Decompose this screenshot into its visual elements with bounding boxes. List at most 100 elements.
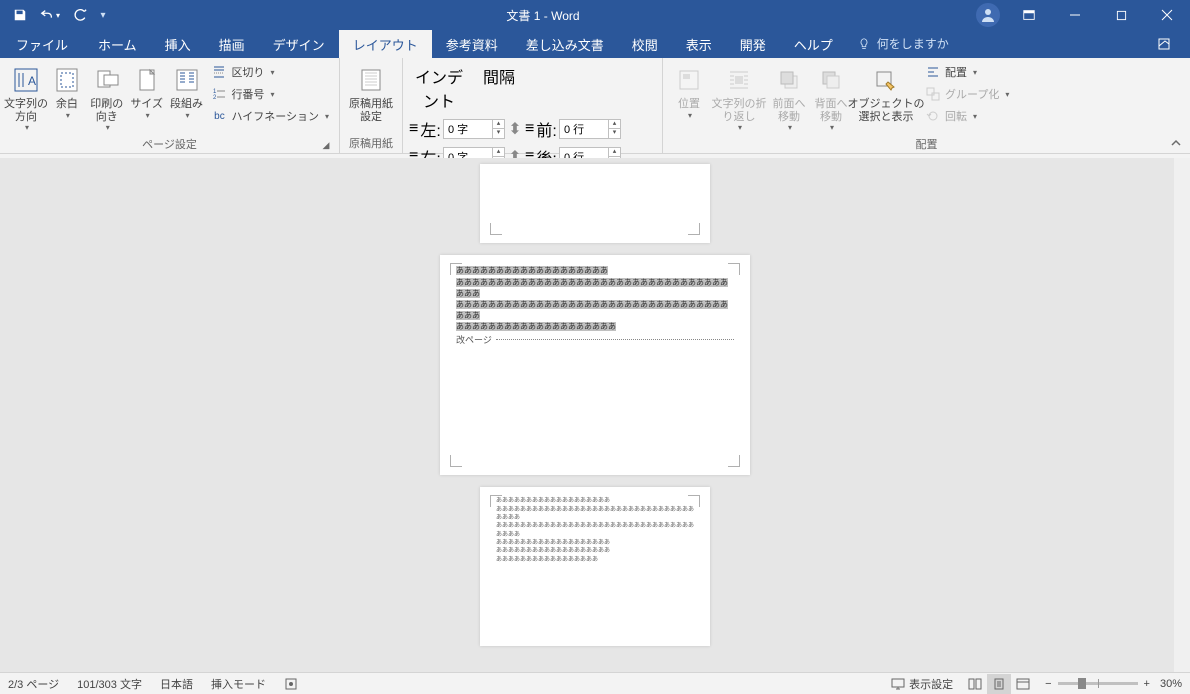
read-mode-button[interactable] (963, 674, 987, 694)
undo-button[interactable]: ▾ (36, 3, 64, 27)
collapse-ribbon-button[interactable] (1170, 137, 1182, 149)
manuscript-settings-button[interactable]: 原稿用紙 設定 (346, 62, 396, 125)
redo-button[interactable] (66, 3, 94, 27)
document-area[interactable]: あああああああああああああああああああ ああああああああああああああああああああ… (0, 158, 1190, 672)
zoom-in-button[interactable]: + (1144, 678, 1150, 690)
group-manuscript: 原稿用紙 設定 原稿用紙 (340, 58, 403, 153)
tab-file[interactable]: ファイル (0, 30, 84, 58)
page-indicator[interactable]: 2/3 ページ (8, 676, 59, 692)
qat-customize-button[interactable]: ▾ (96, 3, 110, 27)
quick-access-toolbar: ▾ ▾ (0, 3, 110, 27)
language-indicator[interactable]: 日本語 (160, 676, 193, 692)
orientation-icon (91, 64, 123, 96)
text-direction-button[interactable]: A 文字列の 方向▾ (6, 62, 46, 134)
tab-references[interactable]: 参考資料 (432, 30, 512, 58)
tab-draw[interactable]: 描画 (205, 30, 259, 58)
align-icon (925, 64, 941, 80)
position-button: 位置▾ (669, 62, 709, 122)
group-page-setup: A 文字列の 方向▾ 余白▾ 印刷の 向き▾ サイズ▾ 段組み▾ (0, 58, 340, 153)
close-button[interactable] (1144, 0, 1190, 30)
tab-home[interactable]: ホーム (84, 30, 151, 58)
columns-button[interactable]: 段組み▾ (168, 62, 206, 122)
view-buttons (963, 674, 1035, 694)
bring-forward-icon (773, 64, 805, 96)
tab-mailings[interactable]: 差し込み文書 (512, 30, 618, 58)
margins-button[interactable]: 余白▾ (48, 62, 86, 122)
maximize-button[interactable] (1098, 0, 1144, 30)
tab-view[interactable]: 表示 (672, 30, 726, 58)
page-3-text[interactable]: あああああああああああああああああああ ああああああああああああああああああああ… (496, 497, 694, 564)
tab-review[interactable]: 校閲 (618, 30, 672, 58)
zoom-thumb[interactable] (1078, 678, 1086, 689)
breaks-button[interactable]: 区切り▾ (207, 62, 333, 82)
display-icon (891, 677, 905, 691)
zoom-slider[interactable]: − + (1045, 678, 1150, 690)
line-numbers-icon: 12 (211, 86, 227, 102)
spacing-before-input[interactable]: ▴▾ (559, 119, 621, 139)
selection-pane-button[interactable]: オブジェクトの 選択と表示 (853, 62, 919, 125)
tab-developer[interactable]: 開発 (726, 30, 780, 58)
group-arrange: 位置▾ 文字列の折 り返し▾ 前面へ 移動▾ 背面へ 移動▾ オブジェクトの 選… (663, 58, 1190, 153)
send-backward-button: 背面へ 移動▾ (811, 62, 851, 134)
svg-text:A: A (28, 74, 36, 88)
columns-icon (171, 64, 203, 96)
page-break-indicator: 改ページ (456, 333, 734, 346)
rotate-icon (925, 108, 941, 124)
tell-me-search[interactable] (847, 30, 1042, 58)
zoom-track[interactable] (1058, 682, 1138, 685)
selected-text[interactable]: あああああああああああああああああああ ああああああああああああああああああああ… (456, 265, 734, 332)
tab-insert[interactable]: 挿入 (151, 30, 205, 58)
link-icon: ⬍ (507, 119, 523, 139)
insert-mode[interactable]: 挿入モード (211, 676, 266, 692)
ribbon-tabs: ファイル ホーム 挿入 描画 デザイン レイアウト 参考資料 差し込み文書 校閲… (0, 30, 1190, 58)
orientation-button[interactable]: 印刷の 向き▾ (88, 62, 126, 134)
line-numbers-button[interactable]: 12 行番号▾ (207, 84, 333, 104)
save-button[interactable] (6, 3, 34, 27)
zoom-out-button[interactable]: − (1045, 678, 1051, 690)
macro-indicator[interactable] (284, 677, 298, 691)
tab-layout[interactable]: レイアウト (339, 30, 432, 58)
send-backward-icon (815, 64, 847, 96)
ribbon-display-button[interactable] (1006, 0, 1052, 30)
group-button: グループ化▾ (921, 84, 1013, 104)
group-icon (925, 86, 941, 102)
minimize-button[interactable] (1052, 0, 1098, 30)
user-avatar[interactable] (976, 3, 1000, 27)
group-page-setup-label: ページ設定 (142, 139, 197, 151)
svg-text:2: 2 (213, 95, 217, 101)
indent-left-input[interactable]: ▴▾ (443, 119, 505, 139)
indent-left-icon: ≡ (409, 120, 418, 138)
page-1[interactable] (480, 164, 710, 243)
tab-design[interactable]: デザイン (259, 30, 339, 58)
spacing-header: 間隔 (469, 62, 529, 114)
tell-me-input[interactable] (877, 37, 1032, 51)
vertical-scrollbar[interactable] (1174, 158, 1190, 672)
word-count[interactable]: 101/303 文字 (77, 676, 142, 692)
size-button[interactable]: サイズ▾ (128, 62, 166, 122)
hyphenation-button[interactable]: bc ハイフネーション▾ (207, 106, 333, 126)
margins-icon (51, 64, 83, 96)
text-direction-icon: A (10, 64, 42, 96)
size-icon (131, 64, 163, 96)
zoom-level[interactable]: 30% (1160, 678, 1182, 690)
window-controls (976, 0, 1190, 30)
status-bar: 2/3 ページ 101/303 文字 日本語 挿入モード 表示設定 − + 30… (0, 672, 1190, 694)
ribbon-layout: A 文字列の 方向▾ 余白▾ 印刷の 向き▾ サイズ▾ 段組み▾ (0, 58, 1190, 154)
tab-help[interactable]: ヘルプ (780, 30, 847, 58)
lightbulb-icon (857, 37, 871, 51)
print-layout-button[interactable] (987, 674, 1011, 694)
breaks-icon (211, 64, 227, 80)
page-setup-launcher[interactable]: ◢ (319, 138, 333, 152)
window-title: 文書 1 - Word (110, 7, 976, 24)
web-layout-button[interactable] (1011, 674, 1035, 694)
group-manuscript-label: 原稿用紙 (346, 133, 396, 151)
indent-header: インデント (409, 62, 469, 114)
page-2[interactable]: あああああああああああああああああああ ああああああああああああああああああああ… (440, 255, 750, 475)
wrap-icon (723, 64, 755, 96)
share-button[interactable] (1148, 30, 1180, 58)
display-settings[interactable]: 表示設定 (891, 676, 953, 692)
title-bar: ▾ ▾ 文書 1 - Word (0, 0, 1190, 30)
align-button[interactable]: 配置▾ (921, 62, 1013, 82)
group-arrange-label: 配置 (669, 134, 1184, 152)
page-3[interactable]: あああああああああああああああああああ ああああああああああああああああああああ… (480, 487, 710, 646)
